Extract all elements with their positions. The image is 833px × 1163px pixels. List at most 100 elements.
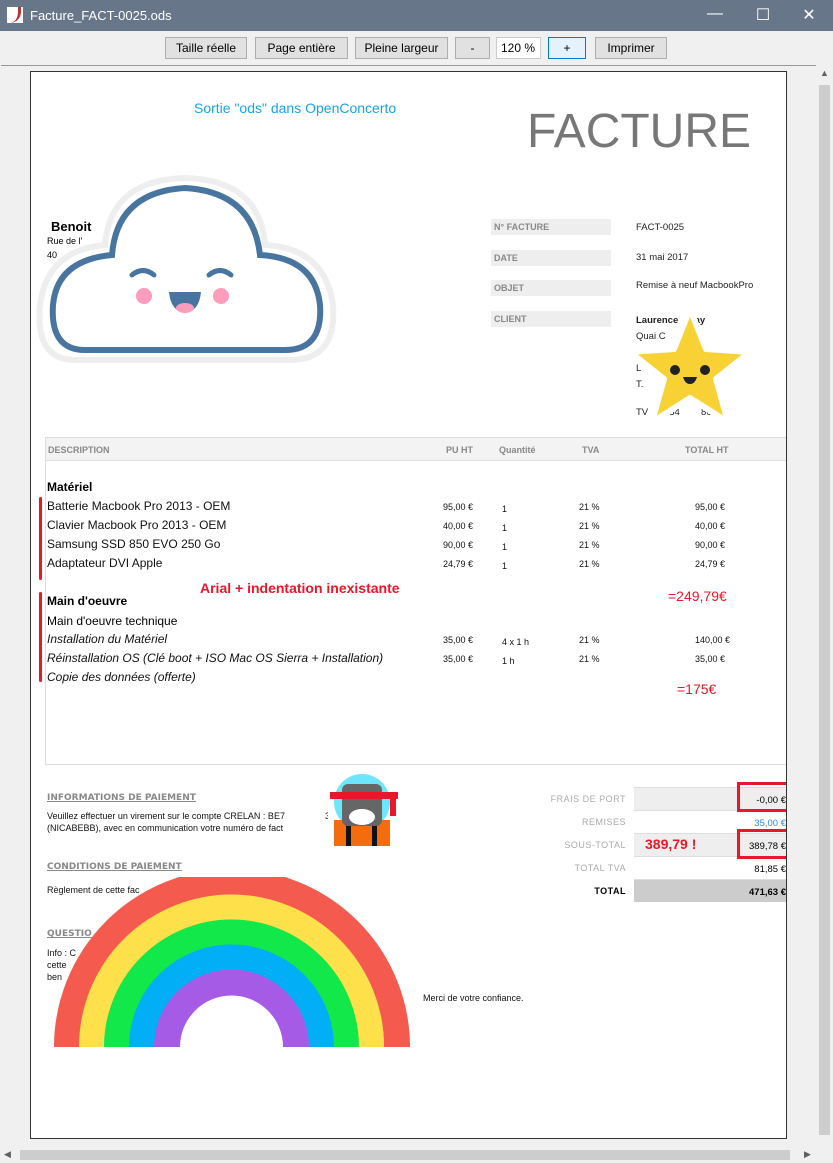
unit-price-cell: 40,00 € [443, 521, 474, 531]
table-row: Adaptateur DVI Apple 24,79 € 1 21 % 24,79 € [47, 556, 747, 575]
vertical-scrollbar[interactable]: ▲ [816, 65, 833, 1147]
annotation-bar [39, 592, 42, 682]
payment-info-text: Veuillez effectuer un virement sur le co… [47, 811, 335, 821]
table-row: Batterie Macbook Pro 2013 - OEM 95,00 € 1 2… [47, 499, 747, 518]
sum-annotation: =249,79€ [668, 588, 727, 604]
col-qty: Quantité [499, 445, 536, 455]
vat-cell: 21 % [579, 540, 600, 550]
vat-total-value: 81,85 € [634, 856, 786, 879]
toolbar: Taille réelle Page entière Pleine largeu… [0, 31, 833, 65]
subgroup-title: Main d'oeuvre technique [47, 614, 178, 628]
desc-cell: Réinstallation OS (Clé boot + ISO Mac OS… [47, 651, 384, 665]
annotation-box [737, 829, 786, 859]
star-sticker-icon [627, 306, 753, 425]
table-row: Copie des données (offerte) [47, 670, 747, 689]
actual-size-button[interactable]: Taille réelle [165, 37, 247, 59]
line-total-cell: 35,00 € [695, 654, 726, 664]
col-description: DESCRIPTION [48, 445, 110, 455]
table-row: Réinstallation OS (Clé boot + ISO Mac OS… [47, 651, 747, 670]
payment-info-text: (NICABEBB), avec en communication votre … [47, 823, 341, 833]
font-annotation: Arial + indentation inexistante [200, 580, 400, 596]
invoice-date: 31 mai 2017 [636, 252, 689, 263]
line-total-cell: 90,00 € [695, 540, 726, 550]
quantity-cell: 4 x 1 h [502, 637, 530, 647]
invoice-object: Remise à neuf MacbookPro [636, 280, 754, 291]
col-pu: PU HT [446, 445, 473, 455]
totals-label: TOTAL TVA [574, 863, 626, 873]
group-title: Main d'oeuvre [47, 594, 128, 608]
totals-label: SOUS-TOTAL [564, 840, 626, 850]
full-width-button[interactable]: Pleine largeur [355, 37, 448, 59]
meta-label: N° FACTURE [491, 219, 611, 235]
scroll-left-arrow-icon[interactable]: ◀ [4, 1149, 11, 1160]
invoice-heading: FACTURE [527, 105, 752, 158]
quantity-cell: 1 [502, 542, 508, 552]
group-title: Matériel [47, 480, 93, 494]
unit-price-cell: 95,00 € [443, 502, 474, 512]
table-row: Clavier Macbook Pro 2013 - OEM 40,00 € 1 21… [47, 518, 747, 537]
payment-info-title: INFORMATIONS DE PAIEMENT [47, 793, 196, 803]
unit-price-cell: 35,00 € [443, 635, 474, 645]
maximize-button[interactable]: ☐ [748, 5, 778, 25]
invoice-number: FACT-0025 [636, 222, 685, 233]
totals-label: REMISES [581, 817, 626, 827]
totals-label: TOTAL [594, 886, 626, 896]
table-row: Samsung SSD 850 EVO 250 Go 90,00 € 1 21 % 90… [47, 537, 747, 556]
vat-cell: 21 % [579, 559, 600, 569]
zoom-out-button[interactable]: - [455, 37, 490, 59]
meta-label: OBJET [491, 280, 611, 296]
vat-cell: 21 % [579, 502, 600, 512]
invoice-page: Sortie "ods" dans OpenConcerto FACTURE B… [30, 71, 787, 1139]
annotation-bar [39, 497, 42, 580]
vat-cell: 21 % [579, 635, 600, 645]
full-page-button[interactable]: Page entière [255, 37, 348, 59]
document-viewport[interactable]: Sortie "ods" dans OpenConcerto FACTURE B… [1, 65, 816, 1147]
desc-cell: Copie des données (offerte) [47, 670, 196, 684]
payment-conditions-title: CONDITIONS DE PAIEMENT [47, 862, 182, 872]
rainbow-sticker-icon [54, 877, 410, 1072]
desc-cell: Samsung SSD 850 EVO 250 Go [47, 537, 221, 551]
zoom-in-button[interactable]: + [548, 37, 586, 59]
app-icon [7, 7, 23, 23]
close-button[interactable]: ✕ [794, 5, 824, 25]
subtotal-annotation: 389,79 ! [645, 836, 697, 852]
grand-total-value: 471,63 € [634, 879, 786, 902]
quantity-cell: 1 [502, 561, 508, 571]
print-button[interactable]: Imprimer [595, 37, 667, 59]
cat-sticker-icon [328, 774, 400, 848]
minimize-button[interactable]: — [700, 5, 730, 23]
vat-cell: 21 % [579, 654, 600, 664]
title-bar: Facture_FACT-0025.ods — ☐ ✕ [0, 0, 833, 31]
totals-label: FRAIS DE PORT [550, 794, 626, 804]
zoom-input[interactable]: 120 % [496, 37, 541, 59]
scrollbar-thumb[interactable] [819, 85, 830, 1135]
scroll-right-arrow-icon[interactable]: ▶ [804, 1149, 811, 1160]
col-total: TOTAL HT [685, 445, 729, 455]
thanks-text: Merci de votre confiance. [423, 993, 524, 1003]
desc-cell: Adaptateur DVI Apple [47, 556, 163, 570]
quantity-cell: 1 [502, 504, 508, 514]
table-row: Installation du Matériel 35,00 € 4 x 1 h 21… [47, 632, 747, 651]
unit-price-cell: 24,79 € [443, 559, 474, 569]
table-header: DESCRIPTION PU HT Quantité TVA TOTAL HT [46, 438, 786, 461]
cloud-sticker-icon [36, 174, 337, 363]
scrollbar-thumb[interactable] [20, 1150, 790, 1160]
window-title: Facture_FACT-0025.ods [30, 8, 172, 23]
meta-label: CLIENT [491, 311, 611, 327]
desc-cell: Clavier Macbook Pro 2013 - OEM [47, 518, 227, 532]
scroll-up-arrow-icon[interactable]: ▲ [816, 68, 833, 78]
desc-cell: Batterie Macbook Pro 2013 - OEM [47, 499, 231, 513]
desc-cell: Installation du Matériel [47, 632, 168, 646]
vat-cell: 21 % [579, 521, 600, 531]
line-total-cell: 95,00 € [695, 502, 726, 512]
unit-price-cell: 35,00 € [443, 654, 474, 664]
line-total-cell: 24,79 € [695, 559, 726, 569]
quantity-cell: 1 h [502, 656, 515, 666]
horizontal-scrollbar[interactable]: ◀ ▶ [0, 1147, 833, 1163]
quantity-cell: 1 [502, 523, 508, 533]
meta-label: DATE [491, 250, 611, 266]
line-total-cell: 140,00 € [695, 635, 731, 645]
annotation-box [737, 782, 786, 812]
sum-annotation: =175€ [677, 681, 717, 697]
subtitle: Sortie "ods" dans OpenConcerto [194, 100, 397, 116]
